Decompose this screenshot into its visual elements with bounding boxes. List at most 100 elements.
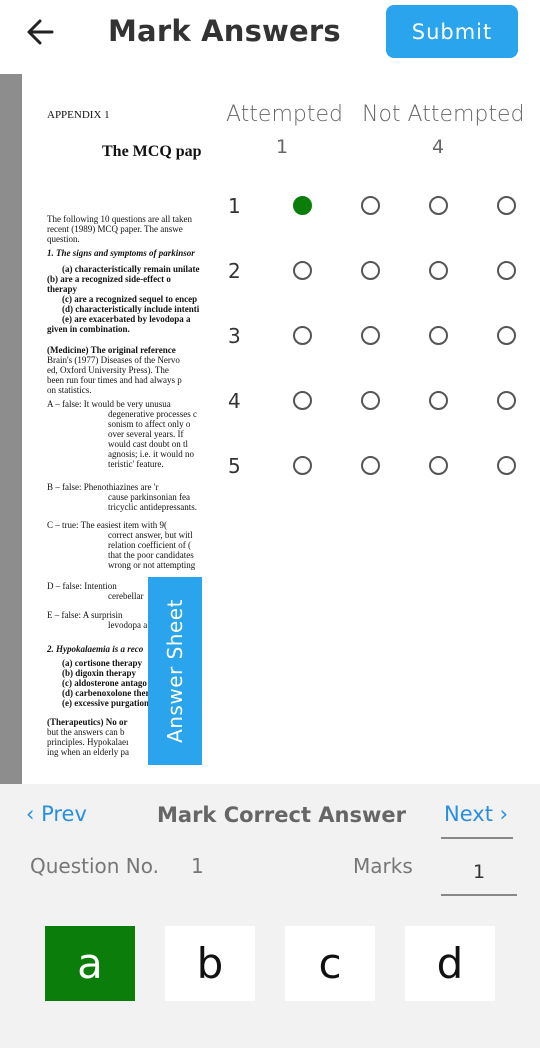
document-line: question. <box>47 234 80 244</box>
answer-radio[interactable] <box>361 261 380 280</box>
document-line: The following 10 questions are all taken <box>47 214 192 224</box>
document-line: sonism to affect only o <box>108 419 191 429</box>
document-line: (a) characteristically remain unilate <box>62 264 200 274</box>
question-number: 5 <box>228 454 241 478</box>
document-line: (c) are a recognized sequel to encep <box>62 294 198 304</box>
document-line: agnosis; i.e. it would no <box>108 449 194 459</box>
mark-panel: ‹ Prev Mark Correct Answer Next › Questi… <box>0 784 540 1048</box>
attempted-count: 1 <box>276 136 289 158</box>
document-line: ed, Oxford University Press). The <box>47 365 169 375</box>
answer-radio[interactable] <box>429 196 448 215</box>
document-line: that the poor candidates <box>108 550 194 560</box>
document-line: recent (1989) MCQ paper. The answe <box>47 224 183 234</box>
document-line: degenerative processes c <box>108 409 197 419</box>
document-line: would cast doubt on tl <box>108 439 188 449</box>
document-line: (e) are exacerbated by levodopa a <box>62 314 191 324</box>
document-line: (b) digoxin therapy <box>62 668 137 678</box>
back-button[interactable] <box>22 12 62 52</box>
answer-radio[interactable] <box>293 261 312 280</box>
mark-correct-title: Mark Correct Answer <box>157 803 406 827</box>
answer-radio[interactable] <box>293 456 312 475</box>
document-line: but the answers can b <box>47 727 125 737</box>
next-button[interactable]: Next › <box>444 802 508 826</box>
document-line: cause parkinsonian fea <box>108 492 190 502</box>
document-line: correct answer, but witl <box>108 530 193 540</box>
attempted-label: Attempted <box>226 102 343 127</box>
document-line: given in combination. <box>47 324 130 334</box>
document-line: ing when an elderly pa <box>47 747 129 757</box>
answer-radio[interactable] <box>293 196 312 215</box>
question-number: 2 <box>228 259 241 283</box>
document-line: therapy <box>47 284 77 294</box>
submit-button[interactable]: Submit <box>386 5 518 58</box>
document-line: 1. The signs and symptoms of parkinsor <box>47 248 195 258</box>
document-line: been run four times and had always p <box>47 375 182 385</box>
document-line: tricyclic antidepressants. <box>108 502 197 512</box>
document-gutter <box>0 74 22 784</box>
document-line: D – false: Intention <box>47 581 117 591</box>
marks-input[interactable] <box>441 850 517 896</box>
document-line: (d) characteristically include intenti <box>62 304 200 314</box>
answer-radio[interactable] <box>497 326 516 345</box>
document-line: principles. Hypokalaeı <box>47 737 129 747</box>
document-line: The MCQ pap <box>102 143 202 160</box>
answer-radio[interactable] <box>293 391 312 410</box>
answer-grid: Attempted 1 Not Attempted 4 1 2 3 4 5 <box>202 74 540 574</box>
app-header: Mark Answers Submit <box>0 0 540 74</box>
answer-radio[interactable] <box>361 196 380 215</box>
document-line: (Therapeutics) No or <box>47 717 128 727</box>
question-no-label: Question No. <box>30 854 160 878</box>
document-line: levodopa a <box>108 620 148 630</box>
document-line: (d) carbenoxolone ther <box>62 688 150 698</box>
document-line: APPENDIX 1 <box>47 109 110 121</box>
answer-radio[interactable] <box>361 326 380 345</box>
chevron-right-icon: › <box>492 802 508 826</box>
next-underline <box>441 837 513 839</box>
not-attempted-label: Not Attempted <box>362 102 525 127</box>
option-c-button[interactable]: c <box>285 926 375 1001</box>
document-line: (a) cortisone therapy <box>62 658 142 668</box>
question-number: 3 <box>228 324 241 348</box>
answer-radio[interactable] <box>497 261 516 280</box>
answer-radio[interactable] <box>429 326 448 345</box>
document-line: 2. Hypokalaemia is a reco <box>47 644 144 654</box>
answer-radio[interactable] <box>293 326 312 345</box>
document-line: A – false: It would be very unusua <box>47 399 171 409</box>
option-a-button[interactable]: a <box>45 926 135 1001</box>
document-line: (c) aldosterone antago <box>62 678 147 688</box>
page-title: Mark Answers <box>108 14 341 48</box>
not-attempted-count: 4 <box>432 136 445 158</box>
question-number: 4 <box>228 389 241 413</box>
answer-sheet-tab[interactable]: Answer Sheet <box>148 577 202 765</box>
answer-radio[interactable] <box>361 456 380 475</box>
document-line: relation coefficient of ( <box>108 540 192 550</box>
document-line: (e) excessive purgation <box>62 698 149 708</box>
document-line: cerebellar <box>108 591 144 601</box>
document-line: B – false: Phenothiazines are 'r <box>47 482 159 492</box>
next-label: Next <box>444 802 493 826</box>
prev-label: Prev <box>41 802 87 826</box>
answer-radio[interactable] <box>361 391 380 410</box>
marks-label: Marks <box>353 854 413 878</box>
question-number: 1 <box>228 194 241 218</box>
answer-radio[interactable] <box>497 391 516 410</box>
option-b-button[interactable]: b <box>165 926 255 1001</box>
answer-radio[interactable] <box>497 196 516 215</box>
option-d-button[interactable]: d <box>405 926 495 1001</box>
answer-radio[interactable] <box>429 456 448 475</box>
document-line: C – true: The easiest item with 9( <box>47 520 168 530</box>
document-line: (b) are a recognized side-effect o <box>47 274 171 284</box>
answer-radio[interactable] <box>497 456 516 475</box>
document-line: Brain's (1977) Diseases of the Nervo <box>47 355 180 365</box>
answer-radio[interactable] <box>429 261 448 280</box>
question-no-value: 1 <box>191 854 204 878</box>
chevron-left-icon: ‹ <box>26 802 42 826</box>
answer-sheet-label: Answer Sheet <box>163 599 187 743</box>
arrow-left-icon <box>27 19 54 45</box>
prev-button[interactable]: ‹ Prev <box>26 802 87 826</box>
answer-radio[interactable] <box>429 391 448 410</box>
document-line: over several years. If <box>108 429 184 439</box>
document-line: on statistics. <box>47 385 92 395</box>
document-line: (Medicine) The original reference <box>47 345 176 355</box>
document-line: E – false: A surprisin <box>47 610 123 620</box>
